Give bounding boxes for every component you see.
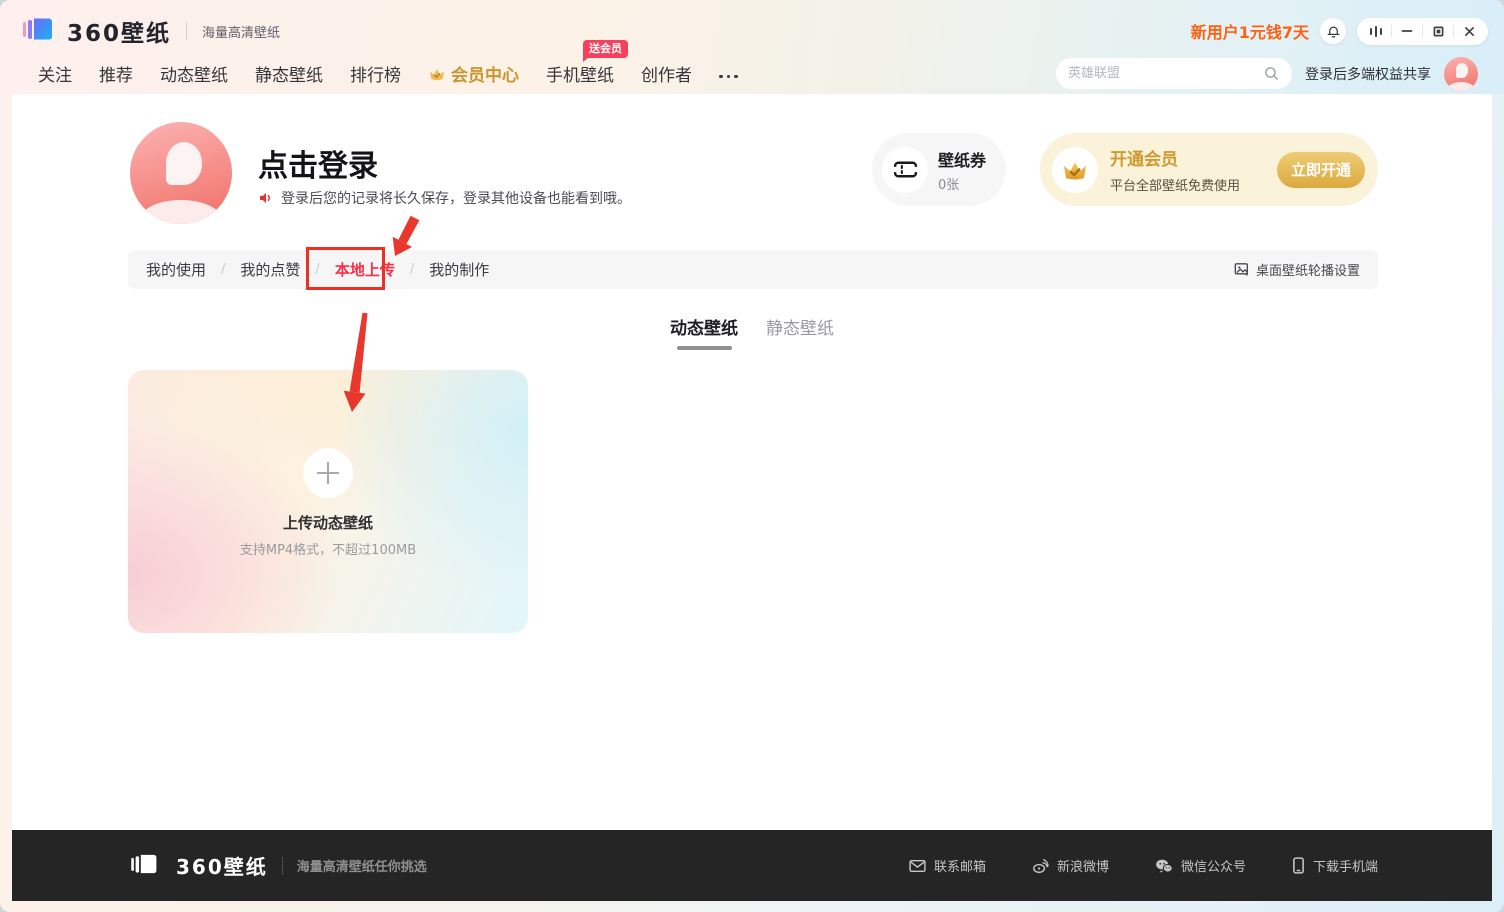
maximize-icon bbox=[1433, 26, 1443, 36]
footer-brand: 360壁纸 海量高清壁纸任你挑选 bbox=[130, 830, 427, 901]
footer-link-email[interactable]: 联系邮箱 bbox=[909, 856, 986, 875]
plus-icon[interactable] bbox=[303, 448, 353, 498]
login-tip: 登录后您的记录将长久保存，登录其他设备也能看到哦。 bbox=[258, 188, 631, 208]
titlebar-right: 新用户1元钱7天 bbox=[1191, 17, 1488, 45]
nav-item-mobile-wallpaper[interactable]: 送会员 手机壁纸 bbox=[546, 40, 628, 86]
ticket-icon bbox=[891, 161, 919, 178]
footer-link-wechat[interactable]: 微信公众号 bbox=[1155, 856, 1246, 875]
bell-icon bbox=[1327, 26, 1339, 38]
wechat-icon bbox=[1156, 859, 1173, 873]
notification-bell-button[interactable] bbox=[1320, 18, 1346, 44]
nav-more-icon[interactable] bbox=[719, 69, 738, 79]
crown-icon bbox=[430, 68, 444, 80]
nav-item-vip-center[interactable]: 会员中心 bbox=[428, 61, 519, 86]
login-share-text[interactable]: 登录后多端权益共享 bbox=[1305, 64, 1431, 84]
footer-links: 联系邮箱 新浪微博 微信公众号 下载手机端 bbox=[909, 830, 1378, 901]
content-tab-static[interactable]: 静态壁纸 bbox=[766, 314, 834, 350]
coupon-title: 壁纸券 bbox=[938, 150, 987, 170]
nav-item-follow[interactable]: 关注 bbox=[38, 61, 72, 86]
annotation-highlight-box bbox=[306, 247, 385, 290]
login-title[interactable]: 点击登录 bbox=[258, 141, 378, 185]
window-more-button[interactable] bbox=[1361, 18, 1391, 45]
nav-item-ranking[interactable]: 排行榜 bbox=[350, 61, 401, 86]
app-logo-icon bbox=[22, 14, 58, 48]
upload-hint: 支持MP4格式，不超过100MB bbox=[239, 543, 417, 558]
gift-vip-badge: 送会员 bbox=[583, 40, 628, 62]
window-controls bbox=[1357, 17, 1488, 45]
search-box[interactable] bbox=[1056, 58, 1292, 89]
phone-icon bbox=[1293, 857, 1304, 874]
titlebar-divider bbox=[186, 22, 188, 40]
minimize-icon bbox=[1401, 30, 1413, 32]
main-navigation: 关注 推荐 动态壁纸 静态壁纸 排行榜 会员中心 送会员 手机壁纸 创作者 英雄… bbox=[38, 40, 1478, 91]
nav-item-recommend[interactable]: 推荐 bbox=[99, 61, 133, 86]
maximize-button[interactable] bbox=[1423, 18, 1453, 45]
close-button[interactable] bbox=[1454, 18, 1484, 45]
footer-link-weibo[interactable]: 新浪微博 bbox=[1032, 856, 1109, 875]
speaker-icon bbox=[260, 193, 271, 203]
wallpaper-coupon-card[interactable]: 壁纸券 0张 bbox=[872, 133, 1006, 206]
nav-item-live-wallpaper[interactable]: 动态壁纸 bbox=[160, 61, 228, 86]
tab-my-likes[interactable]: 我的点赞 bbox=[240, 259, 300, 280]
footer-tagline: 海量高清壁纸任你挑选 bbox=[296, 860, 427, 875]
content-tab-live[interactable]: 动态壁纸 bbox=[670, 314, 738, 350]
app-header: 360壁纸 海量高清壁纸 新用户1元钱7天 关注 推荐 动态壁纸 静态壁纸 排行… bbox=[0, 0, 1504, 94]
user-avatar-large[interactable] bbox=[130, 122, 232, 224]
search-icon[interactable] bbox=[1263, 65, 1280, 82]
nav-item-static-wallpaper[interactable]: 静态壁纸 bbox=[255, 61, 323, 86]
app-window: 360壁纸 海量高清壁纸 新用户1元钱7天 关注 推荐 动态壁纸 静态壁纸 排行… bbox=[0, 0, 1504, 912]
titlebar: 360壁纸 海量高清壁纸 新用户1元钱7天 bbox=[22, 14, 1488, 48]
footer-logo-icon bbox=[130, 851, 162, 881]
user-avatar-small[interactable] bbox=[1444, 56, 1478, 91]
login-tip-text: 登录后您的记录将长久保存，登录其他设备也能看到哦。 bbox=[281, 191, 631, 207]
search-input[interactable] bbox=[1068, 66, 1263, 81]
footer-link-download-app[interactable]: 下载手机端 bbox=[1292, 856, 1378, 875]
three-bars-icon bbox=[1369, 25, 1383, 37]
minimize-button[interactable] bbox=[1392, 18, 1422, 45]
vip-title: 开通会员 bbox=[1110, 150, 1178, 170]
new-user-promo[interactable]: 新用户1元钱7天 bbox=[1191, 19, 1309, 43]
brand[interactable]: 360壁纸 海量高清壁纸 bbox=[22, 14, 280, 48]
nav-item-creator[interactable]: 创作者 bbox=[641, 61, 692, 86]
nav-links: 关注 推荐 动态壁纸 静态壁纸 排行榜 会员中心 送会员 手机壁纸 创作者 bbox=[38, 40, 738, 86]
crown-icon bbox=[1063, 161, 1087, 180]
app-footer: 360壁纸 海量高清壁纸任你挑选 联系邮箱 新浪微博 微信公众号 下载手机端 bbox=[12, 830, 1492, 901]
tab-my-creations[interactable]: 我的制作 bbox=[429, 259, 489, 280]
upload-wallpaper-card[interactable]: 上传动态壁纸 支持MP4格式，不超过100MB bbox=[128, 370, 528, 633]
weibo-icon bbox=[1033, 858, 1049, 873]
open-vip-button[interactable]: 立即开通 bbox=[1277, 151, 1365, 188]
close-icon bbox=[1464, 26, 1474, 36]
image-icon bbox=[1234, 263, 1248, 276]
envelope-icon bbox=[909, 859, 926, 872]
nav-right: 登录后多端权益共享 bbox=[1056, 56, 1478, 91]
upload-title: 上传动态壁纸 bbox=[282, 514, 373, 532]
content-tabs: 动态壁纸 静态壁纸 bbox=[0, 314, 1504, 350]
desktop-carousel-settings[interactable]: 桌面壁纸轮播设置 bbox=[1234, 260, 1360, 279]
vip-desc: 平台全部壁纸免费使用 bbox=[1110, 179, 1241, 194]
app-logo-text: 360壁纸 bbox=[67, 21, 172, 47]
footer-logo-text: 360壁纸 bbox=[176, 855, 268, 879]
person-icon bbox=[165, 142, 203, 186]
vip-membership-card: 开通会员 平台全部壁纸免费使用 立即开通 bbox=[1040, 133, 1378, 206]
tab-my-usage[interactable]: 我的使用 bbox=[146, 259, 206, 280]
app-tagline: 海量高清壁纸 bbox=[202, 25, 281, 41]
person-icon bbox=[1455, 63, 1469, 78]
coupon-count: 0张 bbox=[938, 177, 960, 193]
